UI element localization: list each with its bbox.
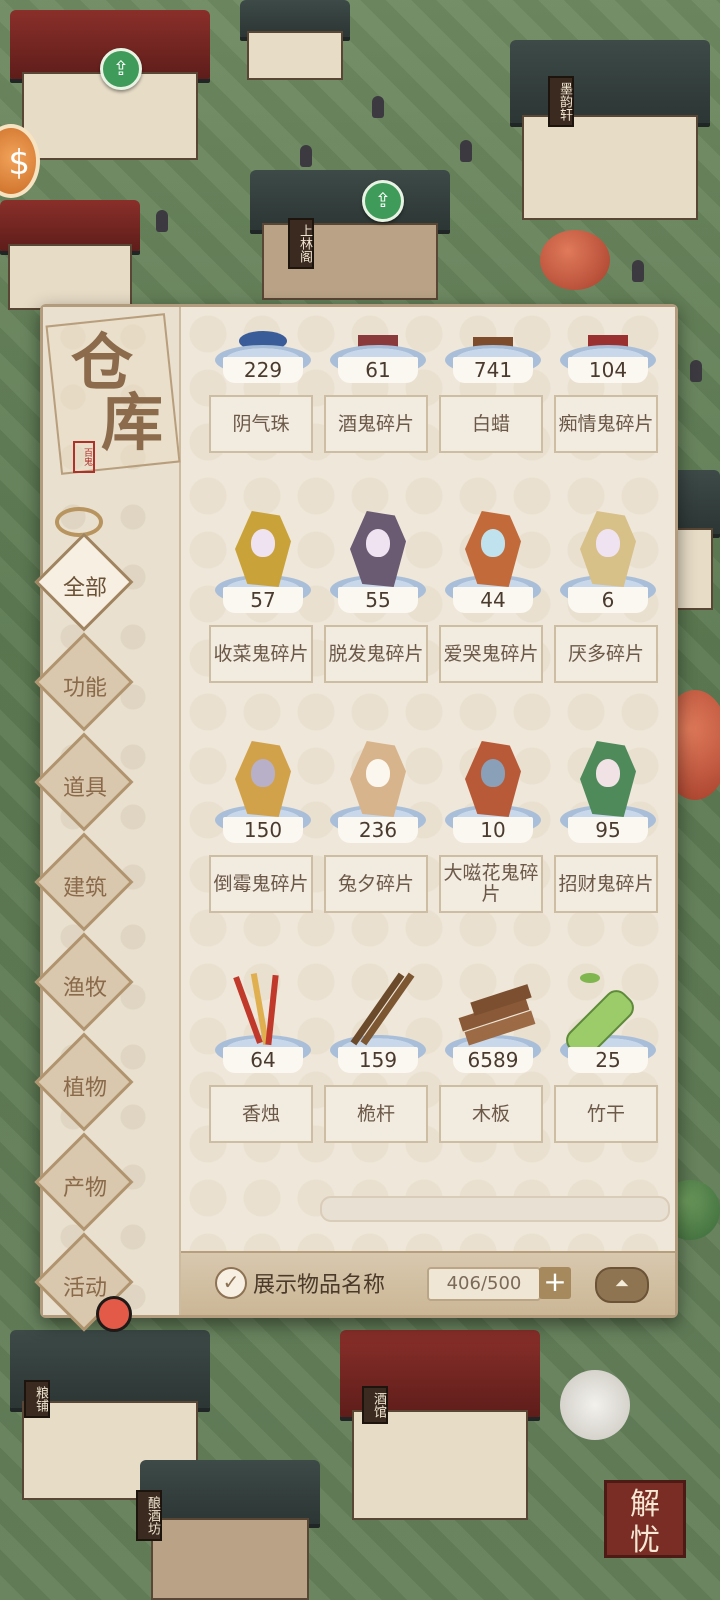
warehouse-footer: ✓ 展示物品名称 406/500 + ⏶ — [181, 1251, 675, 1315]
item-count: 6 — [568, 587, 648, 613]
item-count: 64 — [223, 1047, 303, 1073]
item-count: 57 — [223, 587, 303, 613]
building[interactable] — [0, 200, 140, 310]
building-sign: 墨韵轩 — [548, 76, 574, 127]
tab-label: 渔牧 — [62, 976, 107, 1001]
item-count: 229 — [223, 357, 303, 383]
bamboo-icon — [561, 967, 642, 1063]
planks-icon — [458, 967, 536, 1057]
villager — [372, 96, 384, 118]
item-count: 159 — [338, 1047, 418, 1073]
tab-plants[interactable]: 植物 — [34, 1032, 181, 1133]
tab-label: 产物 — [62, 1176, 107, 1201]
tab-label: 功能 — [62, 676, 107, 701]
tab-label: 全部 — [62, 576, 107, 601]
item-name: 兔夕碎片 — [324, 855, 428, 913]
item-name: 竹干 — [554, 1085, 658, 1143]
horizontal-scrollbar[interactable] — [320, 1196, 670, 1222]
tab-function[interactable]: 功能 — [34, 632, 181, 733]
collapse-panel-button[interactable]: ⏶ — [595, 1267, 649, 1303]
item-count: 61 — [338, 357, 418, 383]
villager — [300, 145, 312, 167]
tab-label: 植物 — [62, 1076, 107, 1101]
button-glyph: 解 — [630, 1487, 660, 1522]
ghost-shard-icon — [229, 737, 297, 827]
ghost-shard-icon — [574, 737, 642, 827]
villager — [690, 360, 702, 382]
item-count: 44 — [453, 587, 533, 613]
upgrade-arrow-icon[interactable]: ⇪ — [362, 180, 404, 222]
ghost-shard-icon — [344, 507, 412, 597]
expand-capacity-button[interactable]: + — [539, 1267, 571, 1299]
warehouse-panel: 仓 库 百鬼 全部 功能 道具 建筑 渔牧 植物 产物 活动 229 阴气珠 6… — [34, 304, 678, 1332]
item-count: 95 — [568, 817, 648, 843]
item-count: 150 — [223, 817, 303, 843]
item-grid-area[interactable]: 229 阴气珠 61 酒鬼碎片 741 白蜡 104 痴情鬼碎片 57 收菜鬼碎… — [181, 307, 675, 1253]
item-name: 招财鬼碎片 — [554, 855, 658, 913]
villager — [156, 210, 168, 232]
category-sidebar: 仓 库 百鬼 全部 功能 道具 建筑 渔牧 植物 产物 活动 — [34, 307, 181, 1332]
item-count: 741 — [453, 357, 533, 383]
item-name: 痴情鬼碎片 — [554, 395, 658, 453]
building-sign: 粮铺 — [24, 1380, 50, 1418]
item-count: 25 — [568, 1047, 648, 1073]
item-name: 白蜡 — [439, 395, 543, 453]
ghost-shard-icon — [459, 507, 527, 597]
villager — [632, 260, 644, 282]
mast-icon — [344, 967, 415, 1057]
building[interactable] — [510, 40, 710, 220]
ghost-shard-icon — [344, 737, 412, 827]
tab-label: 道具 — [62, 776, 107, 801]
seal-stamp: 百鬼 — [73, 441, 95, 473]
item-name: 厌多碎片 — [554, 625, 658, 683]
item-name: 倒霉鬼碎片 — [209, 855, 313, 913]
villager — [460, 140, 472, 162]
item-name: 爱哭鬼碎片 — [439, 625, 543, 683]
show-names-label: 展示物品名称 — [253, 1273, 386, 1298]
item-count: 6589 — [453, 1047, 533, 1073]
show-names-checkbox[interactable]: ✓ — [215, 1267, 247, 1299]
incense-icon — [229, 967, 297, 1057]
ghost-shard-icon — [459, 737, 527, 827]
building[interactable] — [140, 1460, 320, 1600]
building[interactable] — [340, 1330, 540, 1520]
item-count: 236 — [338, 817, 418, 843]
tab-products[interactable]: 产物 — [34, 1132, 181, 1233]
tab-all[interactable]: 全部 — [34, 532, 181, 633]
item-name: 香烛 — [209, 1085, 313, 1143]
item-name: 大嗞花鬼碎片 — [439, 855, 543, 913]
capacity-indicator: 406/500 — [427, 1267, 541, 1301]
ghost-shard-icon — [229, 507, 297, 597]
building-sign: 酒馆 — [362, 1386, 388, 1424]
item-name: 收菜鬼碎片 — [209, 625, 313, 683]
snowy-tree — [560, 1370, 630, 1440]
item-count: 104 — [568, 357, 648, 383]
tab-props[interactable]: 道具 — [34, 732, 181, 833]
building-sign: 上林阁 — [288, 218, 314, 269]
ghost-shard-icon — [574, 507, 642, 597]
no-entry-icon — [96, 1296, 132, 1332]
item-name: 脱发鬼碎片 — [324, 625, 428, 683]
relieve-worries-button[interactable]: 解 忧 — [604, 1480, 686, 1558]
building[interactable] — [240, 0, 350, 80]
tab-label: 建筑 — [62, 876, 107, 901]
item-name: 阴气珠 — [209, 395, 313, 453]
item-name: 桅杆 — [324, 1085, 428, 1143]
item-name: 木板 — [439, 1085, 543, 1143]
item-count: 10 — [453, 817, 533, 843]
tab-buildings[interactable]: 建筑 — [34, 832, 181, 933]
maple-tree — [540, 230, 610, 290]
building[interactable] — [250, 170, 450, 300]
building-sign: 酿酒坊 — [136, 1490, 162, 1541]
item-name: 酒鬼碎片 — [324, 395, 428, 453]
button-glyph: 忧 — [630, 1523, 660, 1558]
upgrade-arrow-icon[interactable]: ⇪ — [100, 48, 142, 90]
item-count: 55 — [338, 587, 418, 613]
warehouse-title: 仓 库 — [71, 326, 164, 459]
warehouse-title-card: 仓 库 百鬼 — [45, 313, 181, 475]
tab-fishing-ranching[interactable]: 渔牧 — [34, 932, 181, 1033]
